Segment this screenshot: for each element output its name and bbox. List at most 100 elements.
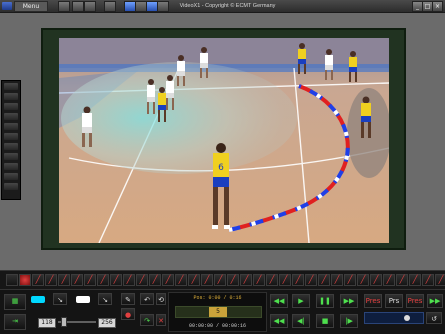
drawing-tool-button[interactable]: ╱: [214, 274, 226, 286]
drawing-tool-button[interactable]: ╱: [318, 274, 330, 286]
side-button[interactable]: [4, 153, 18, 160]
drawing-tool-button[interactable]: ╱: [58, 274, 70, 286]
drawing-tool-button[interactable]: ╱: [97, 274, 109, 286]
time-readout: 00:00:00 / 00:00:16: [188, 323, 246, 329]
drawing-tool-button[interactable]: ╱: [201, 274, 213, 286]
drawing-tool-button[interactable]: ╱: [292, 274, 304, 286]
stop-button[interactable]: ■: [316, 314, 334, 328]
drawing-tool-button[interactable]: ╱: [123, 274, 135, 286]
drawing-tool-button[interactable]: ╱: [240, 274, 252, 286]
clear-icon: ⟲: [158, 296, 164, 304]
drawing-tool-button[interactable]: ╱: [370, 274, 382, 286]
grid-icon[interactable]: [58, 1, 70, 12]
next-mark-icon: ▶▶: [343, 297, 355, 305]
rewind-button[interactable]: ◀◀: [270, 314, 288, 328]
drawing-tool-button[interactable]: ╱: [409, 274, 421, 286]
timecode-panel: Pos: 0:00 / 0:16 5 00:00:00 / 00:00:16: [168, 292, 267, 332]
width-min-field[interactable]: 118: [38, 318, 56, 328]
jump-slider-knob[interactable]: [404, 315, 410, 321]
drawing-tool-button[interactable]: ╱: [227, 274, 239, 286]
drawing-tool-button[interactable]: ╱: [344, 274, 356, 286]
drawing-tool-button[interactable]: ╱: [305, 274, 317, 286]
fill-style-button[interactable]: ↘: [98, 293, 112, 305]
preset-label: Pres: [365, 297, 381, 305]
redo-icon: ↷: [144, 317, 150, 325]
jump-slider[interactable]: [364, 312, 424, 324]
drawing-tool-button[interactable]: ╱: [435, 274, 445, 286]
drawing-tool-button[interactable]: ╱: [32, 274, 44, 286]
drawing-tool-button[interactable]: [6, 274, 18, 286]
step-back-button[interactable]: ◀|: [292, 314, 310, 328]
drawing-tool-button[interactable]: ╱: [110, 274, 122, 286]
drawing-tool-button[interactable]: ╱: [84, 274, 96, 286]
prev-mark-button[interactable]: ◀◀: [270, 294, 288, 308]
close-button[interactable]: ×: [432, 1, 443, 12]
drawing-tool-button[interactable]: ╱: [357, 274, 369, 286]
drawing-tool-button[interactable]: ╱: [422, 274, 434, 286]
arrow-icon: ↘: [102, 296, 108, 304]
preset-button-2[interactable]: Prs: [385, 294, 403, 308]
side-button[interactable]: [4, 143, 18, 150]
side-button[interactable]: [4, 93, 18, 100]
go-back-button[interactable]: ↺: [426, 312, 442, 324]
help-icon[interactable]: [104, 1, 116, 12]
menu-button[interactable]: Menu: [14, 1, 48, 12]
video-canvas[interactable]: 6: [59, 38, 389, 243]
drawing-tool-button[interactable]: ╱: [396, 274, 408, 286]
drawing-tool-button[interactable]: ╱: [162, 274, 174, 286]
speed-value: 5: [209, 307, 227, 317]
drawing-tool-button[interactable]: ╱: [136, 274, 148, 286]
play-button[interactable]: ▶: [292, 294, 310, 308]
save-icon[interactable]: [84, 1, 96, 12]
grid-icon: ▦: [11, 297, 19, 305]
next-mark-button[interactable]: ▶▶: [340, 294, 358, 308]
drawing-tool-button[interactable]: ╱: [188, 274, 200, 286]
preset-button-3[interactable]: Pres: [406, 294, 424, 308]
side-button[interactable]: [4, 133, 18, 140]
side-button[interactable]: [4, 173, 18, 180]
grid-view-button[interactable]: ▦: [4, 294, 26, 310]
line-style-button[interactable]: ↘: [53, 293, 67, 305]
drawing-tools-strip: ╱ ╱ ╱ ╱ ╱ ╱ ╱ ╱ ╱ ╱ ╱ ╱ ╱ ╱ ╱ ╱ ╱ ╱ ╱ ╱ ╱ ╱ ╱ ╱ ╱ ╱ ╱ ╱ ╱ ╱ ╱ ╱: [0, 270, 445, 290]
film-icon[interactable]: [72, 1, 84, 12]
drawing-tool-button[interactable]: ╱: [45, 274, 57, 286]
drawing-tool-button[interactable]: ╱: [175, 274, 187, 286]
record-small-button[interactable]: ●: [121, 308, 135, 320]
side-button[interactable]: [4, 123, 18, 130]
expand-button[interactable]: ⇥: [4, 314, 26, 330]
side-button[interactable]: [4, 83, 18, 90]
width-max-field[interactable]: 256: [98, 318, 116, 328]
delete-icon: ✕: [158, 317, 164, 325]
speed-slider[interactable]: 5: [175, 306, 262, 318]
side-button[interactable]: [4, 113, 18, 120]
position-readout: Pos: 0:00 / 0:16: [193, 295, 242, 301]
window-title: VideoX1 - Copyright © ECMT Germany: [179, 3, 276, 9]
undo-icon: ↶: [144, 296, 150, 304]
pause-button[interactable]: ❚❚: [316, 294, 334, 308]
fill-color-swatch[interactable]: [76, 296, 90, 303]
preset-button-1[interactable]: Pres: [364, 294, 382, 308]
clear-button[interactable]: ⟲: [156, 293, 166, 305]
forward-button[interactable]: ▶▶: [427, 294, 443, 308]
redo-button[interactable]: ↷: [140, 314, 154, 326]
drawing-tool-button[interactable]: ╱: [266, 274, 278, 286]
side-button[interactable]: [4, 103, 18, 110]
side-button[interactable]: [4, 183, 18, 190]
drawing-tool-button[interactable]: ╱: [331, 274, 343, 286]
undo-button[interactable]: ↶: [140, 293, 154, 305]
drawing-tool-button[interactable]: ╱: [279, 274, 291, 286]
record-icon[interactable]: [19, 274, 31, 286]
drawing-tool-button[interactable]: ╱: [253, 274, 265, 286]
pen-tool-button[interactable]: ✎: [121, 293, 135, 305]
side-button[interactable]: [4, 163, 18, 170]
line-color-swatch[interactable]: [31, 296, 45, 303]
width-slider-knob[interactable]: [61, 317, 67, 327]
drawing-tool-button[interactable]: ╱: [71, 274, 83, 286]
step-forward-button[interactable]: |▶: [340, 314, 358, 328]
delete-button[interactable]: ✕: [156, 314, 166, 326]
drawing-tool-button[interactable]: ╱: [149, 274, 161, 286]
court-background: [59, 38, 389, 68]
step-back-icon: ◀|: [297, 317, 305, 325]
rewind-icon: ◀◀: [273, 317, 285, 325]
drawing-tool-button[interactable]: ╱: [383, 274, 395, 286]
